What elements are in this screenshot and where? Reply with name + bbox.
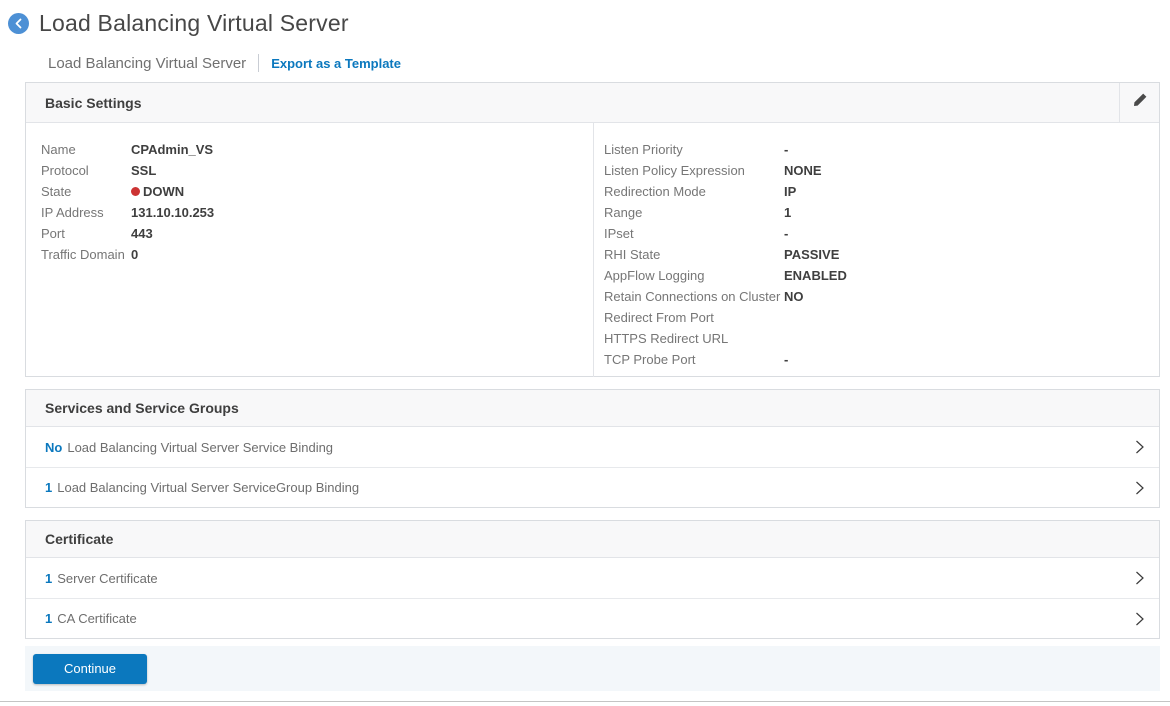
certificate-panel-title: Certificate <box>26 531 113 547</box>
chevron-right-icon <box>1134 480 1145 496</box>
binding-count: 1 <box>45 480 52 495</box>
field-value: SSL <box>131 163 156 178</box>
field-label: IP Address <box>41 205 131 220</box>
field-label: Port <box>41 226 131 241</box>
field-appflow-logging: AppFlow Logging ENABLED <box>604 265 1159 286</box>
chevron-right-icon <box>1134 570 1145 586</box>
field-label: AppFlow Logging <box>604 268 784 283</box>
field-label: RHI State <box>604 247 784 262</box>
field-range: Range 1 <box>604 202 1159 223</box>
binding-count: 1 <box>45 611 52 626</box>
binding-label: CA Certificate <box>57 611 136 626</box>
field-value: - <box>784 226 788 241</box>
chevron-right-icon <box>1134 611 1145 627</box>
field-value: - <box>784 142 788 157</box>
export-as-template-link[interactable]: Export as a Template <box>271 56 401 71</box>
field-value: 1 <box>784 205 791 220</box>
pencil-icon <box>1132 92 1148 113</box>
field-listen-policy-expression: Listen Policy Expression NONE <box>604 160 1159 181</box>
field-redirect-from-port: Redirect From Port <box>604 307 1159 328</box>
field-value: NO <box>784 289 804 304</box>
ca-certificate-row[interactable]: 1 CA Certificate <box>26 598 1159 638</box>
service-binding-row[interactable]: No Load Balancing Virtual Server Service… <box>26 427 1159 467</box>
basic-settings-panel: Basic Settings Name CPAdmin_VS Protocol … <box>25 82 1160 377</box>
basic-settings-content: Name CPAdmin_VS Protocol SSL State DOWN … <box>26 123 1159 377</box>
field-value: PASSIVE <box>784 247 839 262</box>
subheader: Load Balancing Virtual Server Export as … <box>48 54 1170 72</box>
page-header: Load Balancing Virtual Server <box>0 0 1170 37</box>
field-label: Name <box>41 142 131 157</box>
field-rhi-state: RHI State PASSIVE <box>604 244 1159 265</box>
field-port: Port 443 <box>41 223 593 244</box>
page-title: Load Balancing Virtual Server <box>39 10 349 37</box>
subheader-divider <box>258 54 259 72</box>
binding-label: Load Balancing Virtual Server ServiceGro… <box>57 480 359 495</box>
field-state: State DOWN <box>41 181 593 202</box>
field-ip-address: IP Address 131.10.10.253 <box>41 202 593 223</box>
server-certificate-row[interactable]: 1 Server Certificate <box>26 558 1159 598</box>
field-traffic-domain: Traffic Domain 0 <box>41 244 593 265</box>
services-panel-title: Services and Service Groups <box>26 400 239 416</box>
field-label: Protocol <box>41 163 131 178</box>
field-label: Redirection Mode <box>604 184 784 199</box>
chevron-right-icon <box>1134 439 1145 455</box>
servicegroup-binding-row[interactable]: 1 Load Balancing Virtual Server ServiceG… <box>26 467 1159 507</box>
page-bottom-divider <box>0 701 1170 702</box>
field-value: IP <box>784 184 796 199</box>
field-label: Traffic Domain <box>41 247 131 262</box>
field-value: NONE <box>784 163 822 178</box>
binding-label: Server Certificate <box>57 571 157 586</box>
field-protocol: Protocol SSL <box>41 160 593 181</box>
status-value: DOWN <box>143 184 184 199</box>
field-ipset: IPset - <box>604 223 1159 244</box>
field-label: Redirect From Port <box>604 310 784 325</box>
basic-settings-title: Basic Settings <box>26 95 141 111</box>
field-value: 131.10.10.253 <box>131 205 214 220</box>
field-redirection-mode: Redirection Mode IP <box>604 181 1159 202</box>
back-button[interactable] <box>8 13 29 34</box>
field-label: Listen Policy Expression <box>604 163 784 178</box>
status-down-icon <box>131 187 140 196</box>
field-label: Listen Priority <box>604 142 784 157</box>
field-label: IPset <box>604 226 784 241</box>
basic-settings-right-column: Listen Priority - Listen Policy Expressi… <box>594 123 1159 377</box>
tab-load-balancing-virtual-server: Load Balancing Virtual Server <box>48 55 246 72</box>
field-label: Retain Connections on Cluster <box>604 289 784 304</box>
certificate-panel: Certificate 1 Server Certificate 1 CA Ce… <box>25 520 1160 639</box>
arrow-left-icon <box>13 18 24 29</box>
basic-settings-header: Basic Settings <box>26 83 1159 123</box>
edit-basic-settings-button[interactable] <box>1119 83 1159 122</box>
services-panel: Services and Service Groups No Load Bala… <box>25 389 1160 508</box>
field-label: HTTPS Redirect URL <box>604 331 784 346</box>
field-tcp-probe-port: TCP Probe Port - <box>604 349 1159 370</box>
field-value: - <box>784 352 788 367</box>
field-label: Range <box>604 205 784 220</box>
field-label: TCP Probe Port <box>604 352 784 367</box>
field-value: CPAdmin_VS <box>131 142 213 157</box>
binding-label: Load Balancing Virtual Server Service Bi… <box>67 440 333 455</box>
field-retain-connections-on-cluster: Retain Connections on Cluster NO <box>604 286 1159 307</box>
field-value: 0 <box>131 247 138 262</box>
field-label: State <box>41 184 131 199</box>
footer-bar: Continue <box>25 646 1160 691</box>
binding-count: 1 <box>45 571 52 586</box>
field-value: 443 <box>131 226 153 241</box>
basic-settings-left-column: Name CPAdmin_VS Protocol SSL State DOWN … <box>26 123 594 377</box>
continue-button[interactable]: Continue <box>33 654 147 684</box>
certificate-panel-header: Certificate <box>26 521 1159 558</box>
services-panel-header: Services and Service Groups <box>26 390 1159 427</box>
field-name: Name CPAdmin_VS <box>41 139 593 160</box>
field-listen-priority: Listen Priority - <box>604 139 1159 160</box>
binding-count: No <box>45 440 62 455</box>
field-value: ENABLED <box>784 268 847 283</box>
field-https-redirect-url: HTTPS Redirect URL <box>604 328 1159 349</box>
